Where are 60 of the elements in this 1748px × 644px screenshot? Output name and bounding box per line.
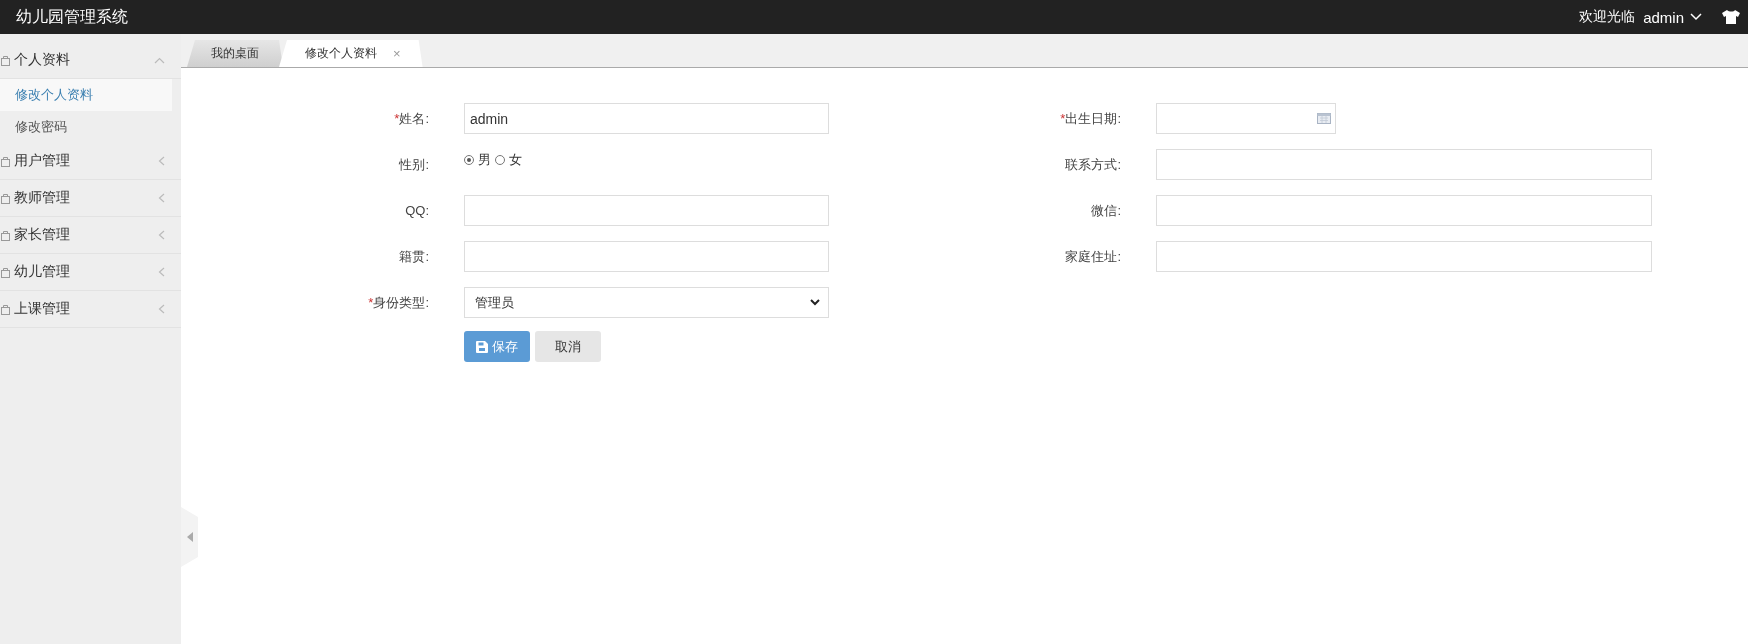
field-label: 性别:	[398, 155, 429, 174]
chevron-left-icon	[158, 230, 165, 240]
text-field[interactable]	[1156, 149, 1652, 180]
sidebar-group[interactable]: 用户管理	[0, 143, 181, 180]
app-title: 幼儿园管理系统	[16, 6, 128, 27]
sidebar-group[interactable]: 家长管理	[0, 217, 181, 254]
sidebar-group[interactable]: 教师管理	[0, 180, 181, 217]
calendar-icon	[1317, 113, 1331, 124]
chevron-left-icon	[158, 156, 165, 166]
user-menu[interactable]: admin	[1643, 8, 1714, 26]
radio-button[interactable]	[464, 154, 474, 165]
field-label: *出生日期:	[1059, 109, 1121, 128]
chevron-left-icon	[158, 267, 165, 277]
radio-button[interactable]	[495, 154, 505, 165]
welcome-text: 欢迎光临	[1579, 8, 1636, 26]
group-label: 幼儿管理	[14, 263, 71, 281]
sidebar-item[interactable]: 修改个人资料	[0, 79, 172, 111]
tab[interactable]: 我的桌面	[187, 40, 283, 67]
field-label: *身份类型:	[367, 293, 429, 312]
chevron-down-icon	[810, 299, 820, 306]
group-label: 教师管理	[14, 189, 71, 207]
bag-icon	[1, 266, 10, 278]
group-label: 用户管理	[14, 152, 71, 170]
group-label: 个人资料	[14, 51, 71, 69]
sidebar-group[interactable]: 上课管理	[0, 291, 181, 328]
floppy-icon	[476, 340, 488, 353]
text-field[interactable]	[1156, 241, 1652, 272]
sidebar-item[interactable]: 修改密码	[0, 111, 172, 143]
text-field[interactable]	[464, 195, 829, 226]
chevron-up-icon	[154, 56, 165, 64]
tab-label: 修改个人资料	[305, 45, 377, 62]
text-field[interactable]: admin	[464, 103, 829, 134]
bag-icon	[1, 155, 10, 167]
text-field[interactable]	[1156, 195, 1652, 226]
bag-icon	[1, 303, 10, 315]
radio-option[interactable]: 女	[495, 150, 522, 169]
chevron-down-icon	[1690, 13, 1702, 21]
cancel-button[interactable]: 取消	[535, 331, 601, 362]
field-label: 微信:	[1090, 201, 1121, 220]
group-label: 上课管理	[14, 300, 71, 318]
field-label: 籍贯:	[398, 247, 429, 266]
radio-option[interactable]: 男	[464, 150, 491, 169]
bag-icon	[1, 229, 10, 241]
field-label: QQ:	[404, 203, 429, 218]
shirt-icon[interactable]	[1722, 10, 1740, 24]
field-label: *姓名:	[393, 109, 429, 128]
bag-icon	[1, 54, 10, 66]
tab[interactable]: 修改个人资料 ×	[279, 40, 423, 67]
date-field[interactable]	[1156, 103, 1336, 134]
chevron-left-icon	[158, 193, 165, 203]
group-label: 家长管理	[14, 226, 71, 244]
field-label: 联系方式:	[1064, 155, 1121, 174]
sidebar-group[interactable]: 幼儿管理	[0, 254, 181, 291]
triangle-left-icon	[186, 532, 193, 542]
field-label: 家庭住址:	[1064, 247, 1121, 266]
select-field[interactable]: 管理员	[464, 287, 829, 318]
chevron-left-icon	[158, 304, 165, 314]
text-field[interactable]	[464, 241, 829, 272]
bag-icon	[1, 192, 10, 204]
tab-label: 我的桌面	[211, 45, 259, 62]
